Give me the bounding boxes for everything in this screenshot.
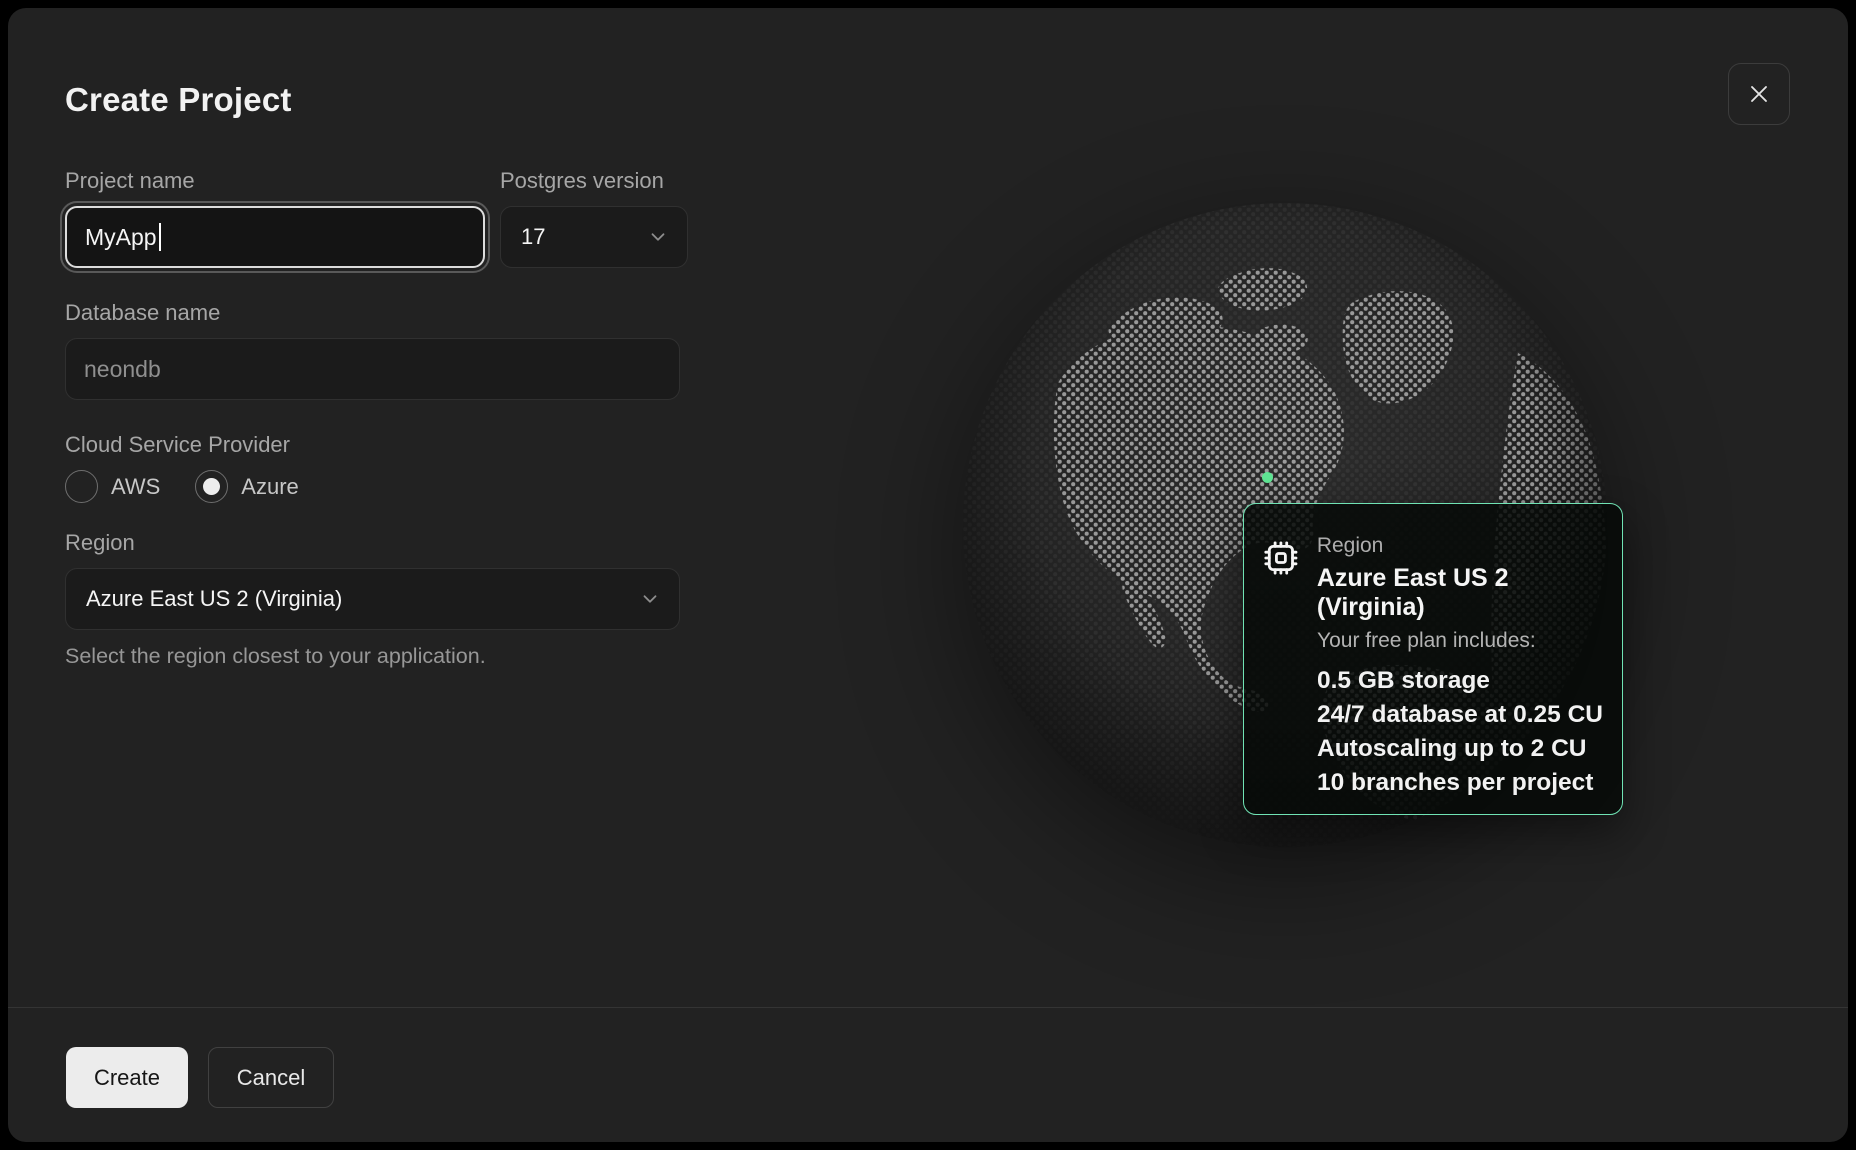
region-label: Region bbox=[65, 530, 135, 556]
radio-azure-label[interactable]: Azure bbox=[241, 474, 298, 500]
card-feature-list: 0.5 GB storage 24/7 database at 0.25 CU … bbox=[1317, 664, 1603, 800]
project-name-input[interactable]: MyApp bbox=[65, 206, 485, 268]
postgres-version-value: 17 bbox=[521, 224, 545, 250]
radio-aws[interactable] bbox=[65, 470, 98, 503]
project-name-value: MyApp bbox=[85, 224, 157, 251]
card-plan-heading: Your free plan includes: bbox=[1317, 629, 1536, 653]
postgres-version-label: Postgres version bbox=[500, 168, 664, 194]
create-button[interactable]: Create bbox=[66, 1047, 188, 1108]
close-icon bbox=[1745, 80, 1773, 108]
card-feature: 10 branches per project bbox=[1317, 766, 1603, 800]
card-region-kicker: Region bbox=[1317, 534, 1622, 558]
card-feature: 24/7 database at 0.25 CU bbox=[1317, 698, 1603, 732]
region-info-card: Region Azure East US 2 (Virginia) Your f… bbox=[1243, 503, 1623, 815]
cancel-button[interactable]: Cancel bbox=[208, 1047, 334, 1108]
card-region-title: Azure East US 2 (Virginia) bbox=[1317, 564, 1622, 622]
region-helper-text: Select the region closest to your applic… bbox=[65, 644, 486, 669]
cloud-provider-label: Cloud Service Provider bbox=[65, 432, 290, 458]
text-cursor bbox=[159, 223, 161, 251]
database-name-placeholder: neondb bbox=[84, 356, 161, 383]
close-button[interactable] bbox=[1728, 63, 1790, 125]
database-name-label: Database name bbox=[65, 300, 220, 326]
radio-azure[interactable] bbox=[195, 470, 228, 503]
chevron-down-icon bbox=[647, 226, 669, 248]
page-title: Create Project bbox=[65, 83, 292, 116]
database-name-input[interactable]: neondb bbox=[65, 338, 680, 400]
card-feature: 0.5 GB storage bbox=[1317, 664, 1603, 698]
radio-aws-label[interactable]: AWS bbox=[111, 474, 160, 500]
footer-divider bbox=[8, 1007, 1848, 1008]
create-project-modal: Create Project Project name MyApp Postgr… bbox=[8, 8, 1848, 1142]
region-select[interactable]: Azure East US 2 (Virginia) bbox=[65, 568, 680, 630]
project-name-label: Project name bbox=[65, 168, 195, 194]
chevron-down-icon bbox=[639, 588, 661, 610]
region-marker-dot bbox=[1262, 472, 1273, 483]
region-value: Azure East US 2 (Virginia) bbox=[86, 586, 342, 612]
card-feature: Autoscaling up to 2 CU bbox=[1317, 732, 1603, 766]
cpu-chip-icon bbox=[1261, 538, 1301, 578]
postgres-version-select[interactable]: 17 bbox=[500, 206, 688, 268]
cloud-provider-radio-group: AWS Azure bbox=[65, 470, 299, 503]
